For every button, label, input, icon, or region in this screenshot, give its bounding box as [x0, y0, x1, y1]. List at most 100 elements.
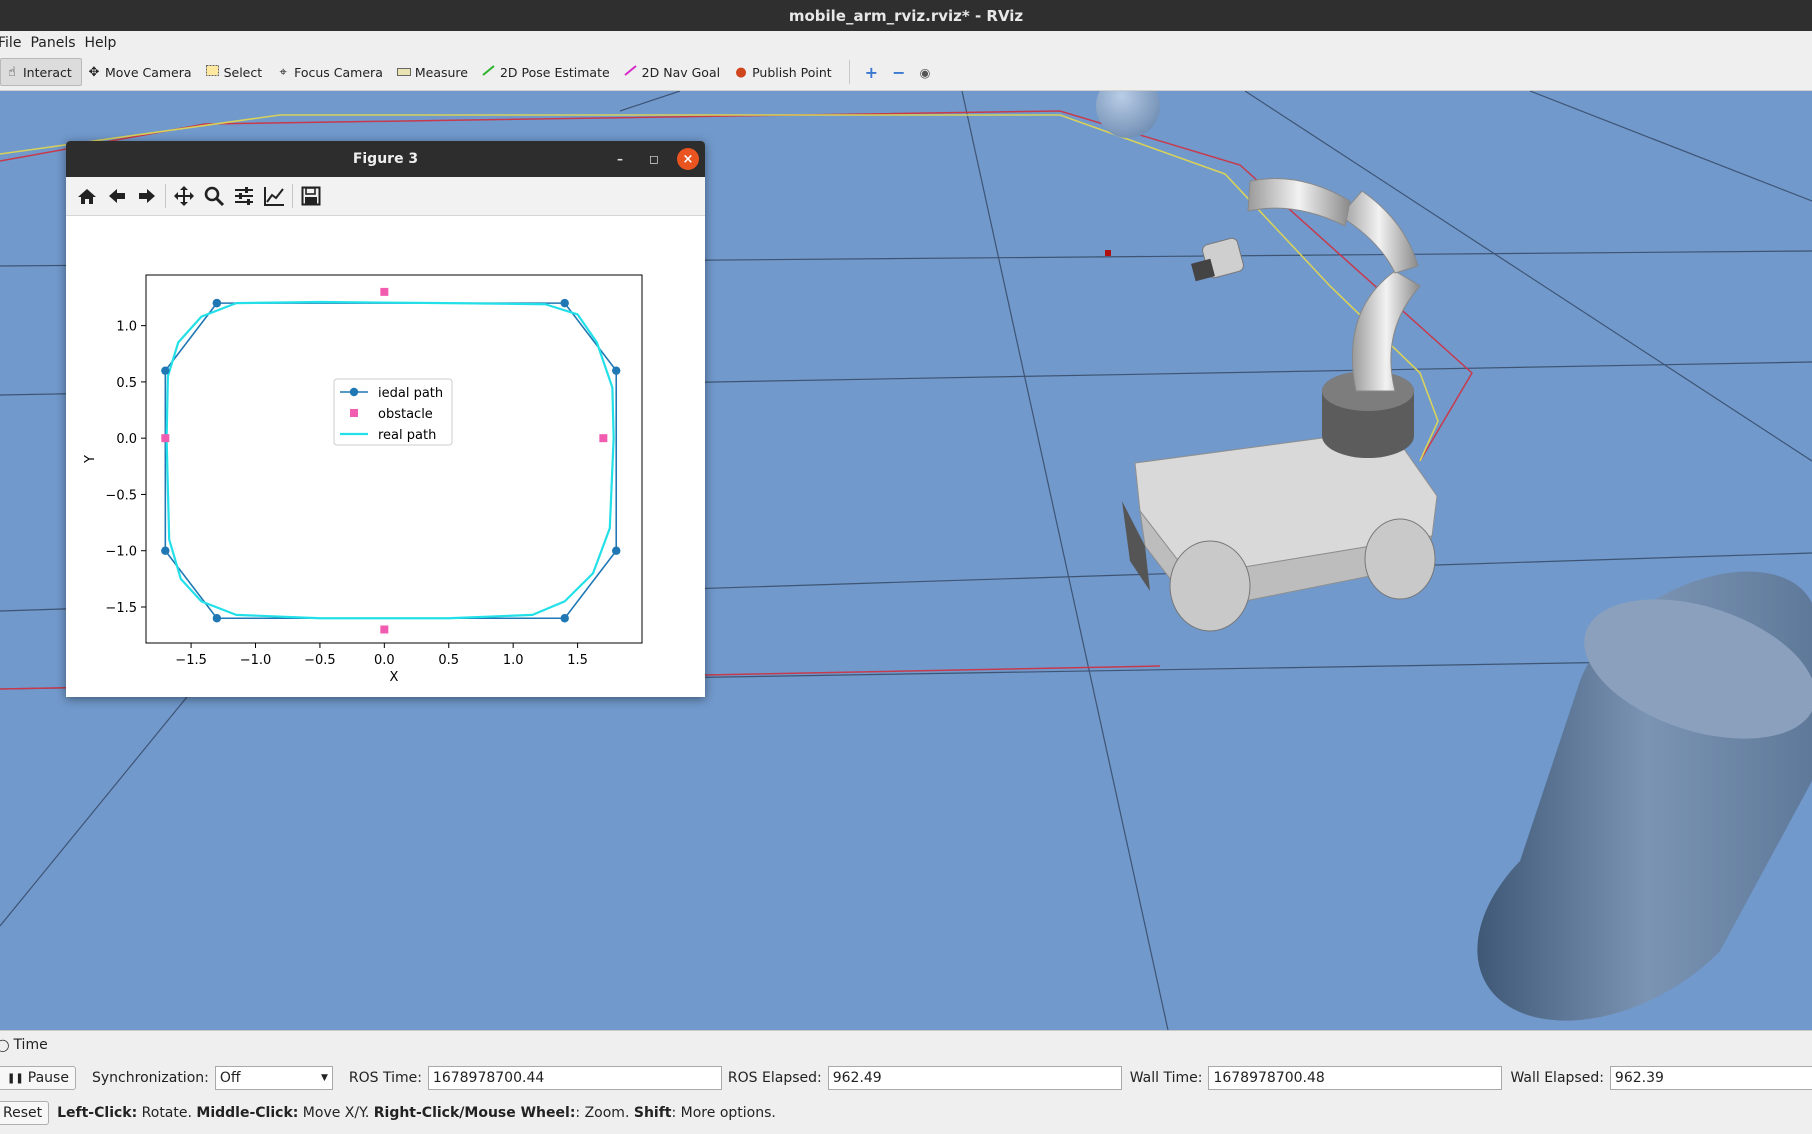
ros-time-label: ROS Time:: [348, 1070, 422, 1086]
tool-publish-point[interactable]: ● Publish Point: [729, 58, 841, 86]
3d-viewport[interactable]: Figure 3 – ◻ × −1.5 −1.0 −0.5 0.0 0.5 1.…: [0, 91, 1812, 1030]
window-title-bar: mobile_arm_rviz.rviz* - RViz: [0, 0, 1812, 31]
close-icon[interactable]: ×: [677, 148, 699, 170]
ros-time-field[interactable]: 1678978700.44: [427, 1066, 722, 1090]
tool-interact[interactable]: ☝ Interact: [0, 58, 82, 86]
pose-estimate-arrow-icon: [482, 64, 496, 80]
configure-subplots-icon[interactable]: [229, 181, 259, 211]
obstacle-point: [161, 434, 170, 443]
time-panel: ◯ Time ❚❚ Pause Synchronization: Off ▼ R…: [0, 1030, 1812, 1134]
legend-ideal-marker: [349, 387, 359, 397]
figure-window[interactable]: Figure 3 – ◻ × −1.5 −1.0 −0.5 0.0 0.5 1.…: [66, 141, 705, 697]
y-tick-label: 0.0: [116, 432, 137, 447]
rviz-toolbar: ☝ Interact ✥ Move Camera Select ⌖ Focus …: [0, 54, 1812, 91]
ideal-path-point: [560, 298, 569, 308]
maximize-icon[interactable]: ◻: [643, 148, 665, 170]
x-axis-label: X: [390, 670, 399, 685]
mobile-manipulator-robot: [1122, 178, 1438, 632]
tool-move-camera[interactable]: ✥ Move Camera: [82, 58, 201, 86]
y-tick-label: 1.0: [116, 320, 137, 335]
forward-arrow-icon[interactable]: [132, 181, 162, 211]
legend-obstacle-marker: [350, 409, 358, 417]
plus-icon: +: [864, 62, 879, 82]
view-tool-button[interactable]: ◉: [912, 58, 937, 86]
matplotlib-plot[interactable]: −1.5 −1.0 −0.5 0.0 0.5 1.0 1.5 1.0 0.5 0.0 −0.5 −1.…: [66, 215, 705, 697]
hint-left-click-text: Rotate.: [137, 1105, 197, 1121]
sync-select[interactable]: Off ▼: [214, 1066, 333, 1090]
wall-time-label: Wall Time:: [1129, 1070, 1203, 1086]
legend-label: iedal path: [378, 386, 443, 401]
ruler-icon: [396, 65, 411, 80]
pause-button[interactable]: ❚❚ Pause: [0, 1066, 76, 1090]
edit-axis-icon[interactable]: [259, 181, 289, 211]
figure-title: Figure 3: [352, 151, 419, 167]
tool-measure[interactable]: Measure: [392, 58, 477, 86]
wall-elapsed-field[interactable]: 962.39: [1609, 1066, 1812, 1090]
tool-select[interactable]: Select: [201, 58, 272, 86]
ideal-path-point: [161, 366, 170, 375]
figure-title-bar[interactable]: Figure 3 – ◻ ×: [66, 141, 705, 177]
y-tick-label: 0.5: [116, 376, 137, 391]
map-pin-icon: ●: [735, 64, 747, 80]
x-tick-label: 1.0: [503, 653, 524, 668]
minus-icon: −: [892, 62, 906, 82]
reset-button[interactable]: Reset: [0, 1101, 50, 1125]
tool-move-camera-label: Move Camera: [105, 64, 192, 80]
ros-elapsed-label: ROS Elapsed:: [727, 1070, 822, 1086]
x-tick-label: −1.5: [175, 653, 207, 668]
pan-icon[interactable]: [169, 181, 199, 211]
ros-elapsed-field[interactable]: 962.49: [827, 1066, 1122, 1090]
y-tick-label: −0.5: [105, 488, 137, 503]
sync-label: Synchronization:: [92, 1070, 209, 1086]
collapse-icon[interactable]: ◯: [0, 1038, 9, 1052]
wall-elapsed-label: Wall Elapsed:: [1510, 1070, 1604, 1086]
hand-icon: ☝: [8, 64, 16, 80]
y-tick-label: −1.5: [105, 601, 137, 616]
remove-tool-button[interactable]: −: [885, 58, 912, 86]
select-icon: [206, 64, 220, 80]
x-tick-label: 0.5: [438, 653, 459, 668]
wall-time-field[interactable]: 1678978700.48: [1208, 1066, 1503, 1090]
wall-time-value: 1678978700.48: [1213, 1070, 1325, 1086]
plot-axes-frame: [145, 274, 643, 644]
menu-panels[interactable]: Panels: [28, 35, 82, 51]
tool-publish-point-label: Publish Point: [752, 64, 832, 80]
menu-file[interactable]: File: [0, 35, 28, 51]
hint-shift-key: Shift: [633, 1105, 672, 1121]
hint-middle-click-text: Move X/Y.: [298, 1105, 374, 1121]
time-controls-row: ❚❚ Pause Synchronization: Off ▼ ROS Time…: [0, 1066, 1812, 1090]
tool-focus-camera[interactable]: ⌖ Focus Camera: [271, 58, 392, 86]
add-tool-button[interactable]: +: [858, 58, 885, 86]
pause-icon: ❚❚: [7, 1072, 24, 1084]
menu-bar: File Panels Help: [0, 31, 1812, 54]
dropdown-arrow-icon: ▼: [320, 1073, 328, 1083]
obstacle-point: [380, 625, 389, 634]
x-tick-label: 1.5: [567, 653, 588, 668]
back-arrow-icon[interactable]: [102, 181, 132, 211]
hint-right-click-key: Right-Click/Mouse Wheel:: [373, 1105, 576, 1121]
minimize-icon[interactable]: –: [609, 148, 631, 170]
window-title: mobile_arm_rviz.rviz* - RViz: [788, 6, 1024, 25]
move-camera-icon: ✥: [88, 64, 100, 80]
ideal-path-point: [612, 366, 621, 375]
time-panel-title: Time: [13, 1037, 48, 1053]
obstacle-point: [599, 434, 608, 443]
menu-help[interactable]: Help: [83, 35, 124, 51]
tool-2d-pose-estimate[interactable]: 2D Pose Estimate: [477, 58, 619, 86]
home-icon[interactable]: [72, 181, 102, 211]
nav-goal-arrow-icon: [624, 64, 638, 80]
x-tick-label: −1.0: [240, 653, 272, 668]
toolbar-separator: [848, 60, 850, 84]
tool-interact-label: Interact: [23, 64, 72, 80]
zoom-icon[interactable]: [199, 181, 229, 211]
reset-label: Reset: [3, 1105, 43, 1121]
obstacle-point: [380, 287, 389, 296]
x-tick-label: −0.5: [304, 653, 336, 668]
cylinder-obstacle: [1477, 571, 1812, 1021]
tool-2d-nav-goal[interactable]: 2D Nav Goal: [619, 58, 729, 86]
figure-toolbar: [66, 177, 705, 216]
ideal-path-point: [612, 546, 621, 555]
save-icon[interactable]: [296, 181, 326, 211]
hint-shift-text: : More options.: [671, 1105, 776, 1121]
hint-middle-click-key: Middle-Click:: [196, 1105, 299, 1121]
